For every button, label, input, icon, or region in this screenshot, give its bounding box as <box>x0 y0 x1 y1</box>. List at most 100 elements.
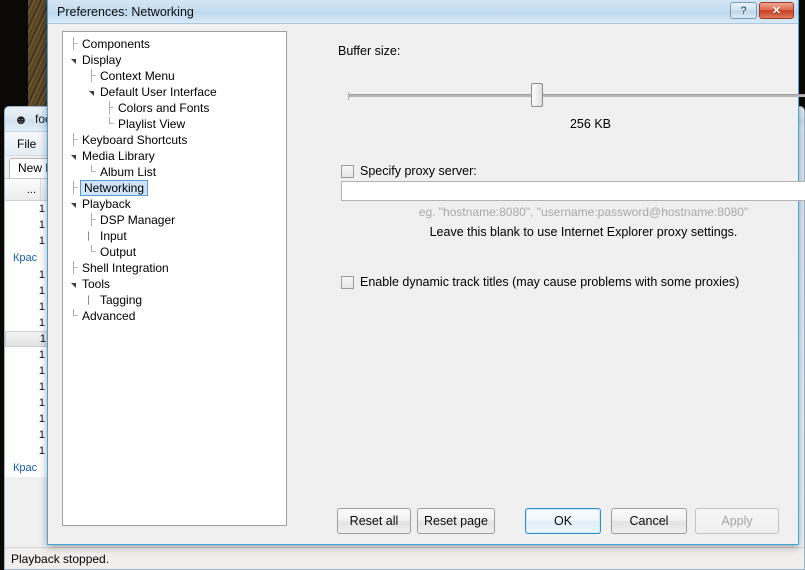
tree-item-label: Colors and Fonts <box>118 101 210 115</box>
row-index: 1 <box>38 413 45 425</box>
tree-item-label: Context Menu <box>100 69 175 83</box>
help-button[interactable]: ? <box>730 2 757 19</box>
tree-item-tools[interactable]: Tools <box>63 276 286 292</box>
dotted-line-icon: └ <box>69 310 78 322</box>
row-index: 1 <box>38 349 45 361</box>
status-bar: Playback stopped. <box>5 547 804 569</box>
dynamic-track-titles-checkbox-row[interactable]: Enable dynamic track titles (may cause p… <box>341 275 739 289</box>
row-index: 1 <box>38 235 45 247</box>
expand-arrow-open-icon[interactable] <box>85 84 98 100</box>
tree-item-components[interactable]: ├ Components <box>63 36 286 52</box>
tree-item-advanced[interactable]: └ Advanced <box>63 308 286 324</box>
tree-item-default-user-interface[interactable]: Default User Interface <box>63 84 286 100</box>
dialog-title-bar[interactable]: Preferences: Networking ? ✕ <box>48 0 798 24</box>
proxy-server-input[interactable] <box>341 181 805 201</box>
screen: ☻ foobar2000 File New Pl ... T 1 1 1 Кра… <box>0 0 805 570</box>
tree-connector-icon: └ <box>67 308 80 324</box>
dialog-footer: Reset all Reset page OK Cancel Apply <box>303 508 784 534</box>
menu-item-file[interactable]: File <box>5 134 48 154</box>
specify-proxy-checkbox[interactable] <box>341 164 354 178</box>
tree-item-dsp-manager[interactable]: ├ DSP Manager <box>63 212 286 228</box>
window-controls[interactable]: ? ✕ <box>730 2 794 19</box>
tree-item-label: DSP Manager <box>100 213 176 227</box>
row-index: 1 <box>38 445 45 457</box>
tree-connector-icon: ├ <box>67 180 80 196</box>
expand-arrow-closed-icon[interactable] <box>85 228 98 244</box>
tree-item-media-library[interactable]: Media Library <box>63 148 286 164</box>
column-header-index[interactable]: ... <box>5 179 41 200</box>
ok-button[interactable]: OK <box>525 508 601 534</box>
tree-connector-icon: ├ <box>85 68 98 84</box>
tree-item-album-list[interactable]: └ Album List <box>63 164 286 180</box>
specify-proxy-label: Specify proxy server: <box>360 164 477 178</box>
tree-item-colors-and-fonts[interactable]: ├ Colors and Fonts <box>63 100 286 116</box>
tree-item-playback[interactable]: Playback <box>63 196 286 212</box>
foobar2000-icon: ☻ <box>14 111 28 127</box>
triangle-right-icon <box>88 231 94 241</box>
dialog-body: ├ Components Display ├ Context Menu Default U… <box>48 23 805 544</box>
tree-item-label: Playlist View <box>118 117 186 131</box>
close-icon[interactable]: ✕ <box>759 2 794 19</box>
tree-connector-icon: ├ <box>67 260 80 276</box>
tree-item-label: Networking <box>80 180 149 196</box>
dynamic-track-titles-label: Enable dynamic track titles (may cause p… <box>360 275 740 289</box>
tree-item-networking[interactable]: ├ Networking <box>63 180 286 196</box>
tree-connector-icon: ├ <box>67 132 80 148</box>
tree-item-label: Components <box>82 37 151 51</box>
tree-item-playlist-view[interactable]: └ Playlist View <box>63 116 286 132</box>
dotted-line-icon: ├ <box>69 182 78 194</box>
row-index: 1 <box>39 333 46 345</box>
tree-item-shell-integration[interactable]: ├ Shell Integration <box>63 260 286 276</box>
row-index: 1 <box>38 381 45 393</box>
slider-track[interactable] <box>348 92 805 100</box>
row-index: 1 <box>38 203 45 215</box>
preferences-tree[interactable]: ├ Components Display ├ Context Menu Default U… <box>62 31 287 526</box>
tree-item-keyboard-shortcuts[interactable]: ├ Keyboard Shortcuts <box>63 132 286 148</box>
tree-item-label: Advanced <box>82 309 136 323</box>
preferences-dialog[interactable]: Preferences: Networking ? ✕ ├ Components D… <box>47 0 805 545</box>
networking-page: Buffer size: 256 KB Specify proxy server… <box>303 31 805 496</box>
tree-item-label: Tagging <box>100 293 143 307</box>
row-index: 1 <box>38 285 45 297</box>
tree-item-label: Playback <box>82 197 131 211</box>
triangle-down-icon <box>71 154 76 160</box>
tree-connector-icon: └ <box>103 116 116 132</box>
row-index: 1 <box>38 317 45 329</box>
tree-item-input[interactable]: Input <box>63 228 286 244</box>
tree-item-label: Default User Interface <box>100 85 217 99</box>
buffer-size-slider[interactable] <box>348 81 805 109</box>
reset-page-button[interactable]: Reset page <box>417 508 495 534</box>
dotted-line-icon: └ <box>87 246 96 258</box>
tree-connector-icon: ├ <box>85 212 98 228</box>
dotted-line-icon: └ <box>87 166 96 178</box>
proxy-format-hint: eg. "hostname:8080", "username:password@… <box>418 205 749 219</box>
expand-arrow-closed-icon[interactable] <box>85 292 98 308</box>
tree-item-display[interactable]: Display <box>63 52 286 68</box>
reset-all-button[interactable]: Reset all <box>337 508 411 534</box>
cancel-button[interactable]: Cancel <box>611 508 687 534</box>
tree-item-label: Input <box>100 229 127 243</box>
slider-thumb[interactable] <box>531 83 544 107</box>
dialog-title: Preferences: Networking <box>57 4 194 19</box>
specify-proxy-checkbox-row[interactable]: Specify proxy server: <box>341 164 477 178</box>
tree-item-label: Media Library <box>82 149 155 163</box>
dynamic-track-titles-checkbox[interactable] <box>341 275 354 289</box>
expand-arrow-open-icon[interactable] <box>67 52 80 68</box>
row-index: 1 <box>38 397 45 409</box>
tree-item-tagging[interactable]: Tagging <box>63 292 286 308</box>
buffer-size-label: Buffer size: <box>338 44 401 58</box>
row-index: 1 <box>38 301 45 313</box>
tree-item-output[interactable]: └ Output <box>63 244 286 260</box>
tree-item-label: Keyboard Shortcuts <box>82 133 188 147</box>
row-index: 1 <box>38 429 45 441</box>
expand-arrow-open-icon[interactable] <box>67 148 80 164</box>
dotted-line-icon: ├ <box>105 102 114 114</box>
expand-arrow-open-icon[interactable] <box>67 196 80 212</box>
tree-item-context-menu[interactable]: ├ Context Menu <box>63 68 286 84</box>
proxy-ie-note: Leave this blank to use Internet Explore… <box>429 225 738 239</box>
expand-arrow-open-icon[interactable] <box>67 276 80 292</box>
dotted-line-icon: ├ <box>69 262 78 274</box>
dotted-line-icon: ├ <box>69 38 78 50</box>
triangle-down-icon <box>71 58 76 64</box>
tree-connector-icon: ├ <box>67 36 80 52</box>
